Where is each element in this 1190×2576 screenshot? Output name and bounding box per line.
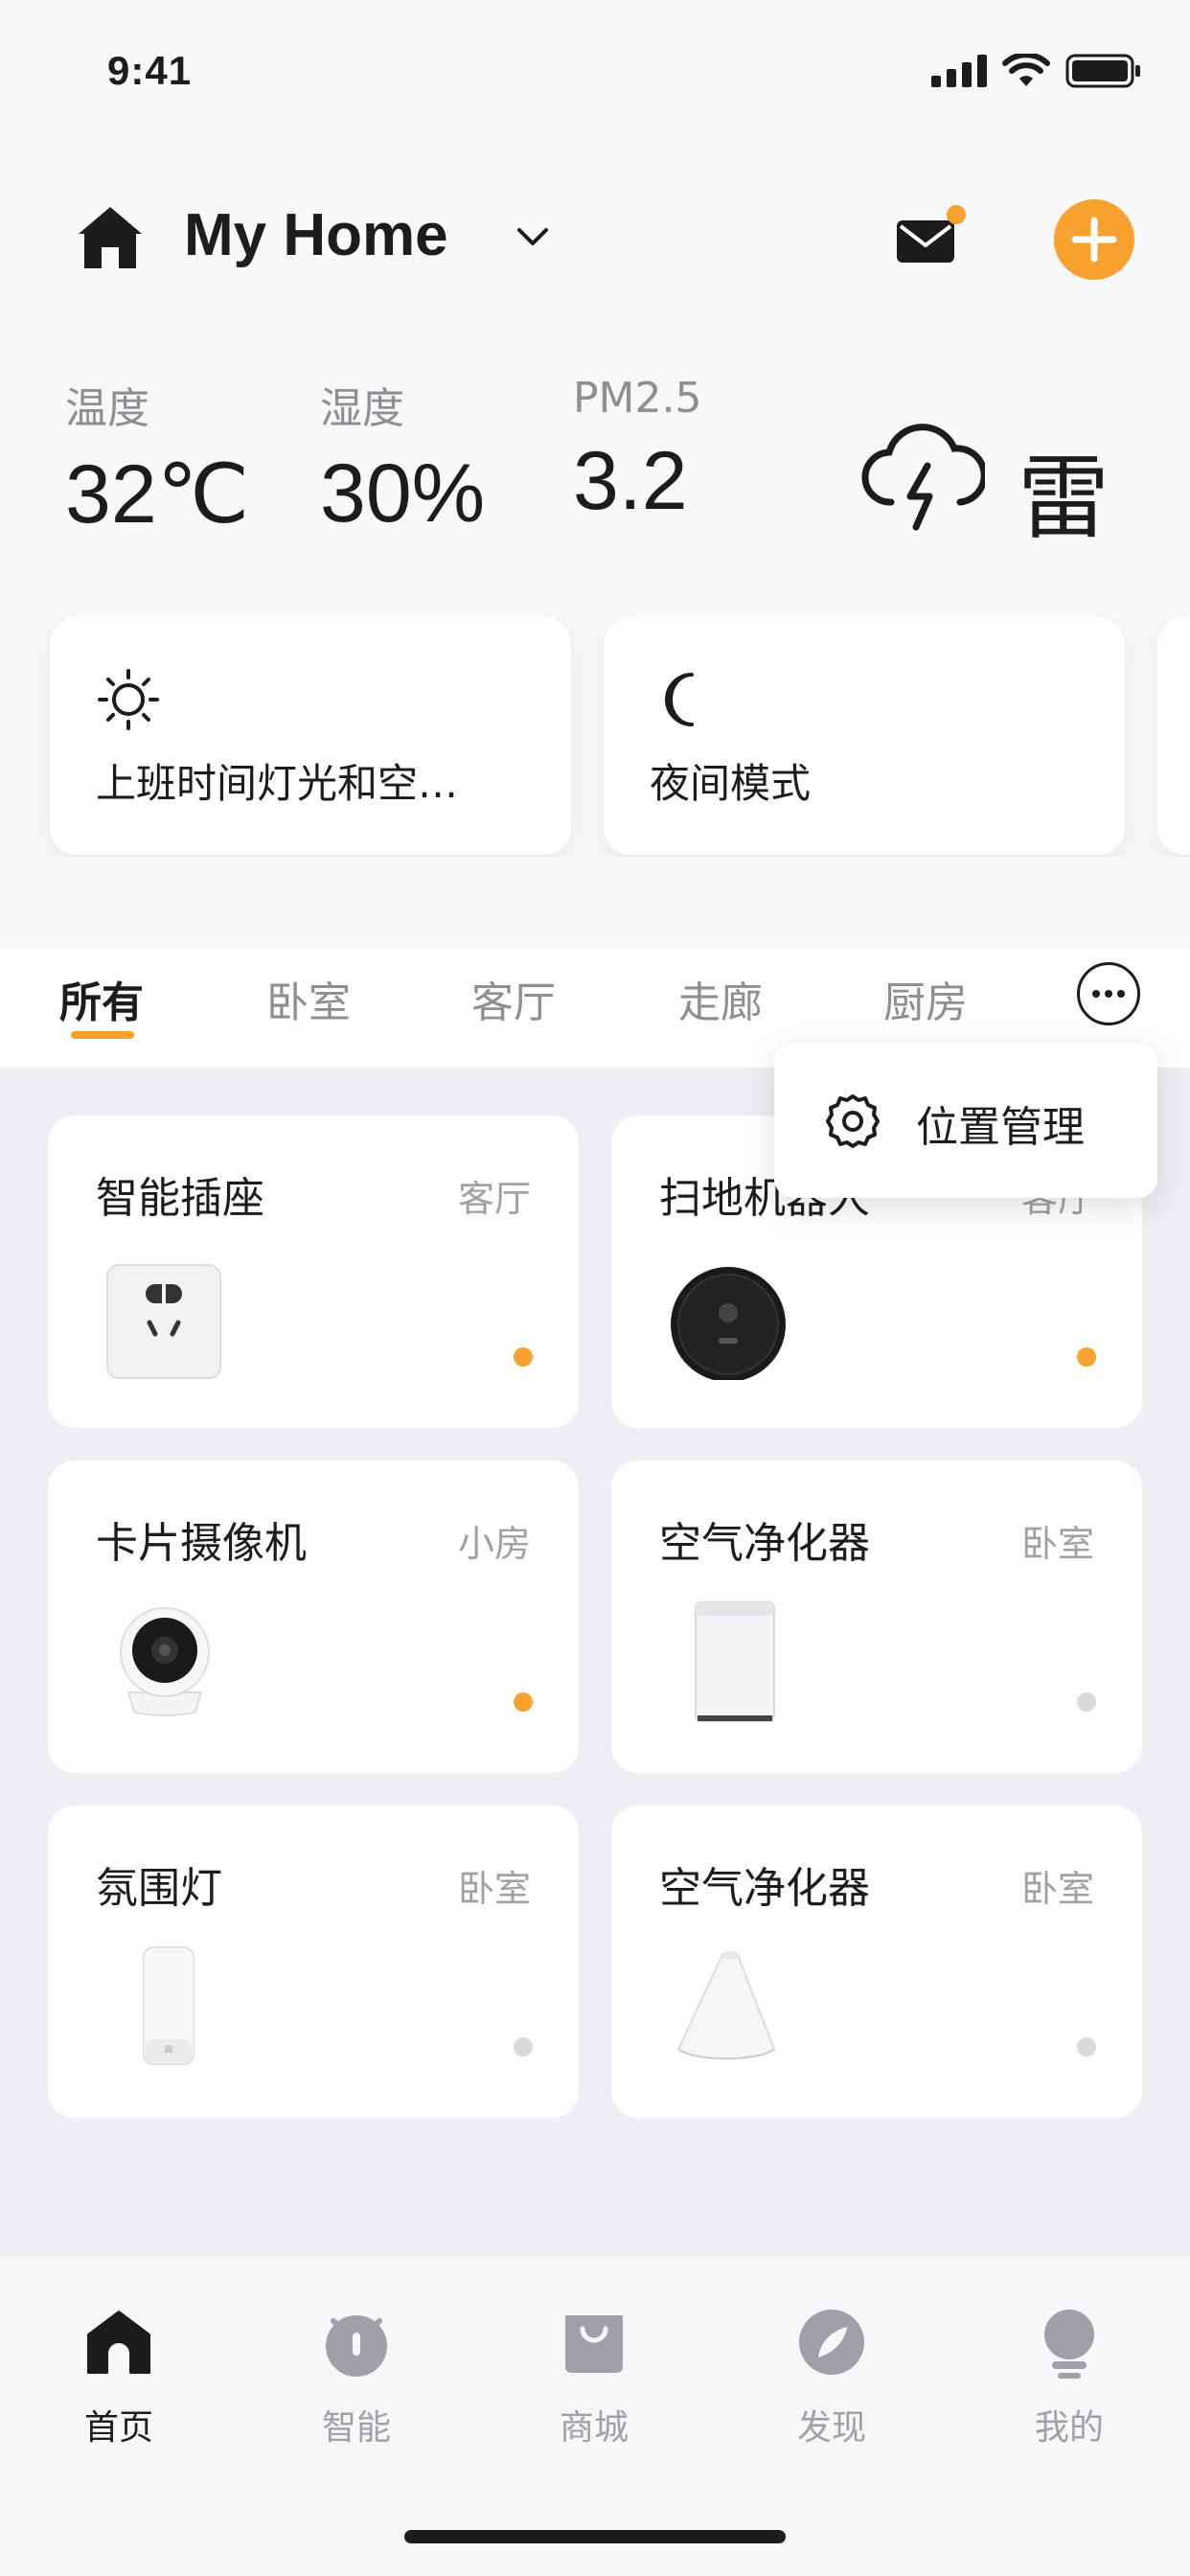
- status-time: 9:41: [107, 48, 193, 93]
- device-card[interactable]: 卡片摄像机 小房: [48, 1460, 579, 1773]
- scene-card-night[interactable]: 夜间模式: [604, 617, 1125, 855]
- bottom-tab-bar: 首页 智能 商城 发现 我的: [0, 2258, 1190, 2576]
- tab-hallway[interactable]: 走廊: [678, 968, 763, 1029]
- air-purifier-image: [676, 1951, 776, 2060]
- battery-icon: [1065, 54, 1140, 88]
- temperature-block: 温度 32℃: [65, 374, 249, 542]
- nav-label: 发现: [796, 2408, 866, 2448]
- device-room: 卧室: [1020, 1523, 1094, 1565]
- device-grid: 智能插座 客厅 扫地机器人 客厅 卡片摄像机 小房 空气净化器 卧室 氛围灯 卧…: [0, 1068, 1190, 2256]
- pm25-label: PM2.5: [573, 374, 702, 423]
- unread-badge: [947, 205, 966, 224]
- device-card[interactable]: 空气净化器 卧室: [611, 1460, 1142, 1773]
- location-popup-menu: 位置管理: [774, 1043, 1157, 1198]
- device-card[interactable]: 氛围灯 卧室: [48, 1806, 579, 2118]
- device-card[interactable]: 智能插座 客厅: [48, 1116, 579, 1428]
- location-management-item[interactable]: 位置管理: [916, 1092, 1085, 1154]
- cellular-signal-icon: [931, 55, 987, 87]
- device-room: 卧室: [457, 1868, 531, 1910]
- wifi-icon: [1002, 54, 1050, 86]
- camera-image: [120, 1607, 210, 1716]
- device-name: 空气净化器: [659, 1864, 870, 1913]
- scene-card-work[interactable]: 上班时间灯光和空…: [50, 617, 571, 855]
- device-name: 智能插座: [96, 1174, 264, 1223]
- scene-label: 上班时间灯光和空…: [96, 760, 459, 807]
- air-purifier-image: [695, 1601, 775, 1722]
- nav-smart[interactable]: 智能: [270, 2306, 443, 2459]
- plus-icon: [1071, 217, 1117, 263]
- tab-kitchen[interactable]: 厨房: [883, 968, 968, 1029]
- moon-icon: [665, 673, 694, 726]
- offline-status-dot: [514, 2037, 533, 2057]
- temperature-value: 32℃: [65, 448, 250, 540]
- nav-discover[interactable]: 发现: [745, 2306, 918, 2459]
- device-room: 卧室: [1020, 1868, 1094, 1910]
- robot-icon: [326, 2315, 387, 2377]
- tab-bedroom[interactable]: 卧室: [266, 968, 351, 1029]
- ambient-lamp-image: [143, 1946, 195, 2065]
- pm25-value: 3.2: [573, 435, 688, 527]
- more-button[interactable]: [1077, 962, 1140, 1025]
- shopping-bag-icon: [565, 2315, 623, 2373]
- humidity-value: 30%: [320, 448, 486, 540]
- thunderstorm-icon: [861, 424, 985, 531]
- tab-living-room[interactable]: 客厅: [471, 968, 556, 1029]
- robot-vacuum-image: [671, 1267, 786, 1380]
- compass-icon: [799, 2310, 864, 2375]
- device-name: 卡片摄像机: [96, 1519, 307, 1568]
- nav-home[interactable]: 首页: [33, 2306, 205, 2459]
- chevron-down-icon[interactable]: [514, 222, 552, 251]
- humidity-label: 湿度: [320, 384, 404, 433]
- more-dot: [1117, 990, 1125, 998]
- humidity-block: 湿度 30%: [320, 374, 485, 541]
- tab-all[interactable]: 所有: [59, 968, 144, 1029]
- nav-store[interactable]: 商城: [508, 2306, 680, 2459]
- sun-icon: [98, 669, 159, 730]
- device-room: 客厅: [457, 1178, 531, 1220]
- online-status-dot: [514, 1347, 533, 1367]
- scene-carousel[interactable]: 上班时间灯光和空… 夜间模式: [0, 617, 1190, 857]
- offline-status-dot: [1077, 1692, 1096, 1712]
- home-icon: [87, 2311, 150, 2374]
- add-button[interactable]: [1054, 199, 1134, 280]
- home-selector-title[interactable]: My Home: [184, 201, 448, 269]
- header: My Home: [0, 182, 1190, 297]
- home-icon: [79, 207, 142, 268]
- online-status-dot: [1077, 1347, 1096, 1367]
- messages-button[interactable]: [891, 205, 966, 270]
- more-dot: [1092, 990, 1100, 998]
- device-card[interactable]: 空气净化器 卧室: [611, 1806, 1142, 2118]
- temperature-label: 温度: [65, 384, 149, 433]
- offline-status-dot: [1077, 2037, 1096, 2057]
- nav-label: 商城: [559, 2408, 629, 2448]
- online-status-dot: [514, 1692, 533, 1712]
- device-name: 空气净化器: [659, 1519, 870, 1568]
- more-dot: [1105, 990, 1112, 998]
- smart-plug-image: [106, 1264, 221, 1379]
- pm25-block: PM2.5 3.2: [573, 374, 701, 529]
- home-indicator[interactable]: [404, 2530, 786, 2543]
- gear-icon: [826, 1094, 880, 1148]
- device-room: 小房: [457, 1523, 531, 1565]
- active-tab-indicator: [71, 1031, 134, 1039]
- nav-label: 智能: [321, 2408, 391, 2448]
- scene-label: 夜间模式: [650, 760, 812, 807]
- nav-profile[interactable]: 我的: [983, 2306, 1156, 2459]
- profile-icon: [1044, 2310, 1094, 2379]
- scene-card-partial[interactable]: [1157, 617, 1190, 855]
- status-icons: [931, 54, 1142, 88]
- weather-condition: 雷: [1018, 445, 1110, 552]
- environment-panel: 温度 32℃ 湿度 30% PM2.5 3.2 雷: [0, 374, 1190, 556]
- nav-label: 首页: [83, 2408, 153, 2448]
- device-name: 氛围灯: [96, 1864, 222, 1913]
- status-bar: 9:41: [0, 0, 1190, 144]
- nav-label: 我的: [1034, 2408, 1104, 2448]
